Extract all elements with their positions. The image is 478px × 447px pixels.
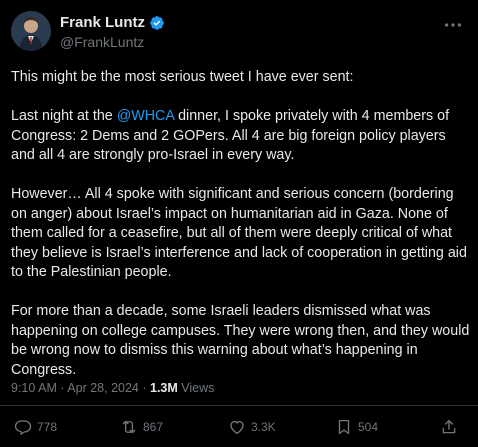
meta-separator: · <box>138 381 150 395</box>
text-fragment: Last night at the <box>11 108 117 124</box>
tweet-paragraph: For more than a decade, some Israeli lea… <box>11 303 470 378</box>
views-label: Views <box>177 381 215 395</box>
action-bar: 778 867 3.3K 504 <box>0 418 478 440</box>
tweet-header: Frank Luntz @FrankLuntz <box>11 11 468 53</box>
more-options-icon[interactable] <box>442 14 464 36</box>
tweet-meta: 9:10 AM · Apr 28, 2024 · 1.3M Views <box>11 381 214 395</box>
tweet-paragraph: However… All 4 spoke with significant an… <box>11 186 467 280</box>
author-handle[interactable]: @FrankLuntz <box>60 34 144 50</box>
tweet-date[interactable]: Apr 28, 2024 <box>67 381 139 395</box>
views-count: 1.3M <box>150 381 178 395</box>
reply-icon <box>14 420 32 435</box>
bookmark-count: 504 <box>358 420 379 434</box>
meta-separator: · <box>56 381 68 395</box>
like-icon <box>230 420 244 435</box>
mention-link[interactable]: @WHCA <box>117 108 174 124</box>
reply-count: 778 <box>37 420 58 434</box>
tweet-paragraph: This might be the most serious tweet I h… <box>11 69 354 85</box>
avatar-image <box>11 11 51 51</box>
name-row: Frank Luntz <box>60 14 165 31</box>
tweet-time[interactable]: 9:10 AM <box>11 381 57 395</box>
tweet-paragraph: Last night at the @WHCA dinner, I spoke … <box>11 107 473 166</box>
avatar[interactable] <box>11 11 51 51</box>
tweet-text: This might be the most serious tweet I h… <box>11 68 473 400</box>
like-button[interactable]: 3.3K <box>228 418 276 436</box>
bookmark-icon <box>338 419 350 435</box>
divider <box>0 405 478 406</box>
repost-icon <box>122 420 136 434</box>
reply-button[interactable]: 778 <box>14 418 57 436</box>
repost-count: 867 <box>143 420 164 434</box>
repost-button[interactable]: 867 <box>120 418 163 436</box>
bookmark-button[interactable]: 504 <box>335 418 378 436</box>
verified-badge-icon <box>150 15 164 30</box>
author-name[interactable]: Frank Luntz <box>60 14 145 31</box>
share-button[interactable] <box>440 418 458 436</box>
tweet: Frank Luntz @FrankLuntz This might be th… <box>0 0 478 447</box>
like-count: 3.3K <box>251 420 276 434</box>
share-icon <box>442 419 456 434</box>
